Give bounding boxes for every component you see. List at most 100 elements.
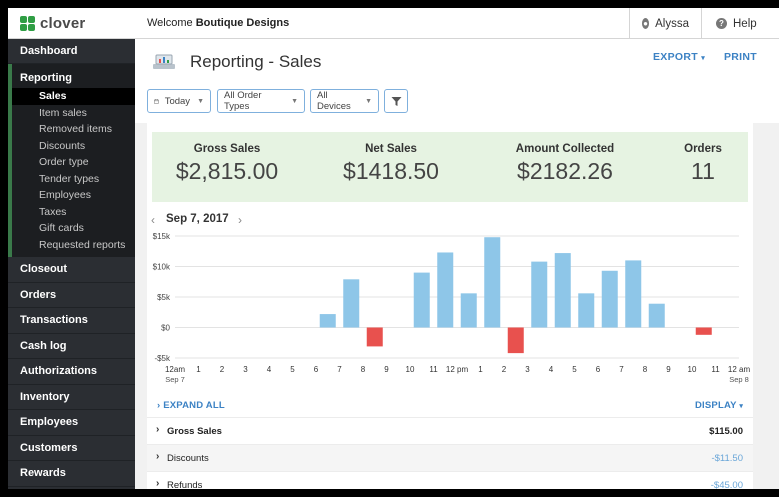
caret-down-icon: ▼ — [291, 97, 298, 105]
sidebar-subitem-discounts[interactable]: Discounts — [12, 138, 135, 155]
gross-sales-value: $2,815.00 — [175, 158, 279, 184]
sidebar-item-inventory[interactable]: Inventory — [8, 385, 135, 410]
expand-row-icon: › — [156, 424, 160, 435]
page-title: Reporting - Sales — [190, 52, 322, 71]
sidebar-subitem-taxes[interactable]: Taxes — [12, 204, 135, 221]
net-sales-value: $1418.50 — [343, 158, 439, 184]
date-range-value: Today — [164, 95, 191, 107]
hourly-sales-chart: $15k $10k $5k $0 -$5k 12am 1 2 3 4 5 6 7 8 9 10 11 12 pm 1… — [153, 232, 751, 384]
display-label: DISPLAY — [695, 400, 737, 411]
display-button[interactable]: DISPLAY ▾ — [695, 400, 743, 411]
page-header: Reporting - Sales EXPORT ▾ PRINT Today ▼… — [135, 39, 779, 123]
welcome-message: Welcome Boutique Designs — [147, 17, 289, 29]
y-tick-label: $15k — [153, 232, 171, 241]
export-label: EXPORT — [653, 51, 698, 63]
sidebar-item-customers[interactable]: Customers — [8, 436, 135, 461]
sidebar: Dashboard Reporting Sales Item sales Rem… — [8, 39, 135, 489]
row-name: Refunds — [167, 480, 203, 489]
sidebar-group-reporting: Reporting Sales Item sales Removed items… — [8, 64, 135, 257]
sidebar-subitem-sales[interactable]: Sales — [12, 88, 135, 105]
sales-bar — [437, 252, 454, 328]
welcome-prefix: Welcome — [147, 17, 193, 29]
x-tick-sublabel: Sep 7 — [165, 375, 185, 384]
help-button[interactable]: ? Help — [701, 8, 779, 39]
help-label: Help — [733, 17, 757, 30]
sidebar-item-transactions[interactable]: Transactions — [8, 308, 135, 334]
register-icon — [153, 54, 175, 69]
sidebar-item-closeout[interactable]: Closeout — [8, 257, 135, 283]
x-tick-label: 3 — [243, 365, 248, 374]
date-range-dropdown[interactable]: Today ▼ — [147, 89, 211, 113]
sidebar-item-reporting[interactable]: Reporting — [12, 68, 135, 88]
x-tick-label: 2 — [220, 365, 225, 374]
export-button[interactable]: EXPORT ▾ — [653, 51, 705, 63]
sidebar-item-cash-log[interactable]: Cash log — [8, 334, 135, 359]
x-tick-label: 1 — [196, 365, 201, 374]
caret-down-icon: ▼ — [365, 97, 372, 105]
sales-bar — [601, 270, 618, 328]
amount-collected-value: $2182.26 — [517, 158, 613, 184]
x-tick-label: 10 — [406, 365, 415, 374]
chevron-down-icon: ▾ — [701, 55, 706, 62]
sales-bar — [531, 261, 548, 328]
x-tick-label: 6 — [596, 365, 601, 374]
sales-bar — [319, 314, 336, 328]
x-tick-label: 12 am — [728, 365, 751, 374]
x-tick-label: 9 — [666, 365, 671, 374]
detail-row-discounts[interactable]: › Discounts -$11.50 — [147, 444, 753, 471]
detail-row-gross-sales[interactable]: › Gross Sales $115.00 — [147, 417, 753, 444]
sidebar-item-employees[interactable]: Employees — [8, 410, 135, 436]
sidebar-subitem-requested-reports[interactable]: Requested reports — [12, 237, 135, 254]
top-bar: clover Welcome Boutique Designs ● Alyssa… — [8, 8, 779, 39]
sidebar-item-authorizations[interactable]: Authorizations — [8, 359, 135, 385]
row-amount: -$11.50 — [711, 453, 743, 464]
sidebar-subitem-order-type[interactable]: Order type — [12, 154, 135, 171]
sidebar-subitem-employees[interactable]: Employees — [12, 187, 135, 204]
expand-all-button[interactable]: › EXPAND ALL — [157, 400, 225, 411]
y-tick-label: $5k — [157, 293, 171, 302]
sales-summary: Gross Sales $2,815.00 Net Sales $1418.50… — [152, 132, 748, 202]
sales-bar — [648, 303, 665, 328]
sidebar-subitem-removed-items[interactable]: Removed items — [12, 121, 135, 138]
sidebar-item-orders[interactable]: Orders — [8, 283, 135, 308]
details-toolbar: › EXPAND ALL DISPLAY ▾ — [147, 395, 753, 417]
x-tick-label: 10 — [688, 365, 697, 374]
detail-row-refunds[interactable]: › Refunds -$45.00 — [147, 471, 753, 489]
x-tick-label: 1 — [478, 365, 483, 374]
previous-day-arrow-icon[interactable]: ‹ — [151, 213, 155, 227]
refund-bar — [366, 327, 383, 347]
x-tick-label: 4 — [267, 365, 272, 374]
filter-button[interactable] — [384, 89, 408, 113]
y-tick-label: $0 — [161, 324, 170, 333]
chart-date: Sep 7, 2017 — [166, 213, 229, 225]
sidebar-subitem-tender-types[interactable]: Tender types — [12, 171, 135, 188]
row-name: Gross Sales — [167, 426, 222, 437]
x-tick-label: 7 — [337, 365, 342, 374]
user-icon: ● — [642, 18, 650, 29]
print-button[interactable]: PRINT — [724, 51, 757, 63]
x-tick-label: 5 — [290, 365, 295, 374]
x-tick-label: 11 — [429, 365, 438, 374]
user-menu-button[interactable]: ● Alyssa — [629, 8, 701, 39]
refund-bar — [695, 327, 712, 335]
sidebar-item-dashboard[interactable]: Dashboard — [8, 39, 135, 64]
gross-sales-metric: Gross Sales $2,815.00 — [152, 132, 302, 185]
x-tick-label: 4 — [549, 365, 554, 374]
amount-collected-metric: Amount Collected $2182.26 — [490, 132, 640, 185]
sidebar-item-rewards[interactable]: Rewards — [8, 461, 135, 487]
clover-logo[interactable]: clover — [8, 8, 135, 39]
expand-row-icon: › — [156, 451, 160, 462]
refund-bar — [507, 327, 524, 354]
x-tick-label: 8 — [361, 365, 366, 374]
calendar-icon — [154, 98, 159, 104]
sidebar-subitem-gift-cards[interactable]: Gift cards — [12, 220, 135, 237]
next-day-arrow-icon[interactable]: › — [238, 213, 242, 227]
sidebar-subitem-item-sales[interactable]: Item sales — [12, 105, 135, 122]
devices-dropdown[interactable]: All Devices ▼ — [310, 89, 379, 113]
user-name: Alyssa — [655, 17, 689, 30]
x-tick-label: 5 — [572, 365, 577, 374]
order-types-dropdown[interactable]: All Order Types ▼ — [217, 89, 305, 113]
x-tick-label: 2 — [502, 365, 507, 374]
sales-bar — [460, 293, 477, 328]
funnel-icon — [391, 96, 401, 106]
